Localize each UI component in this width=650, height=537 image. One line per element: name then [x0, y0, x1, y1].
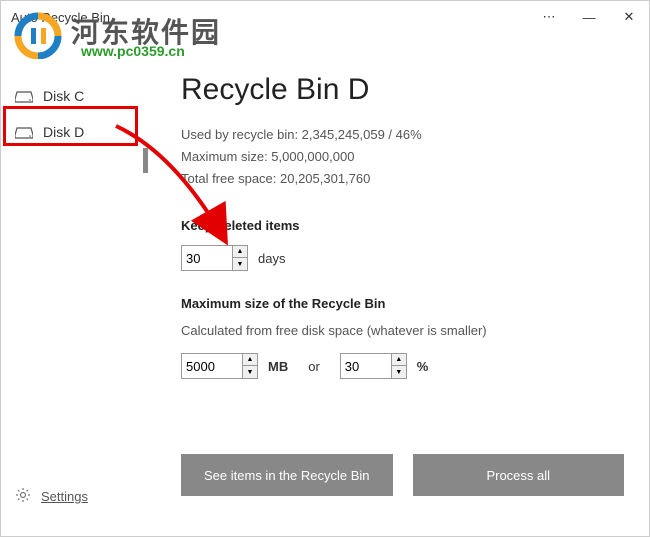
- sidebar-item-label: Disk D: [43, 124, 84, 140]
- main-panel: Recycle Bin D Used by recycle bin: 2,345…: [141, 33, 649, 536]
- window-title: Auto Recycle Bin: [11, 10, 529, 25]
- disk-icon: [15, 90, 33, 102]
- mb-unit: MB: [268, 359, 288, 374]
- more-button[interactable]: ⋯: [529, 1, 569, 33]
- keep-days-input[interactable]: [182, 246, 232, 270]
- titlebar: Auto Recycle Bin ⋯ — ✕: [1, 1, 649, 33]
- spin-up-icon[interactable]: ▲: [392, 354, 406, 366]
- spin-down-icon[interactable]: ▼: [392, 366, 406, 378]
- or-label: or: [308, 359, 320, 374]
- minimize-button[interactable]: —: [569, 1, 609, 33]
- sidebar-item-disk-c[interactable]: Disk C: [1, 78, 141, 114]
- spin-down-icon[interactable]: ▼: [243, 366, 257, 378]
- process-all-button[interactable]: Process all: [413, 454, 625, 496]
- maxsize-sub: Calculated from free disk space (whateve…: [181, 323, 624, 338]
- pct-unit: %: [417, 359, 429, 374]
- mb-spinner[interactable]: ▲ ▼: [181, 353, 258, 379]
- keep-unit: days: [258, 251, 285, 266]
- pct-input[interactable]: [341, 354, 391, 378]
- sidebar-item-disk-d[interactable]: Disk D: [1, 114, 141, 150]
- keep-days-spinner[interactable]: ▲ ▼: [181, 245, 248, 271]
- keep-label: Keep deleted items: [181, 218, 624, 233]
- settings-label: Settings: [41, 489, 88, 504]
- spin-down-icon[interactable]: ▼: [233, 258, 247, 270]
- sidebar-item-label: Disk C: [43, 88, 84, 104]
- sidebar-settings[interactable]: Settings: [1, 477, 141, 516]
- info-used: Used by recycle bin: 2,345,245,059 / 46%: [181, 127, 624, 142]
- spin-up-icon[interactable]: ▲: [243, 354, 257, 366]
- pct-spinner[interactable]: ▲ ▼: [340, 353, 407, 379]
- mb-input[interactable]: [182, 354, 242, 378]
- sidebar: Disk C Disk D Settings: [1, 33, 141, 536]
- disk-icon: [15, 126, 33, 138]
- close-button[interactable]: ✕: [609, 1, 649, 33]
- selection-indicator: [143, 148, 148, 173]
- info-max: Maximum size: 5,000,000,000: [181, 149, 624, 164]
- see-items-button[interactable]: See items in the Recycle Bin: [181, 454, 393, 496]
- info-free: Total free space: 20,205,301,760: [181, 171, 624, 186]
- gear-icon: [15, 487, 31, 506]
- spin-up-icon[interactable]: ▲: [233, 246, 247, 258]
- page-title: Recycle Bin D: [181, 73, 624, 107]
- maxsize-label: Maximum size of the Recycle Bin: [181, 296, 624, 311]
